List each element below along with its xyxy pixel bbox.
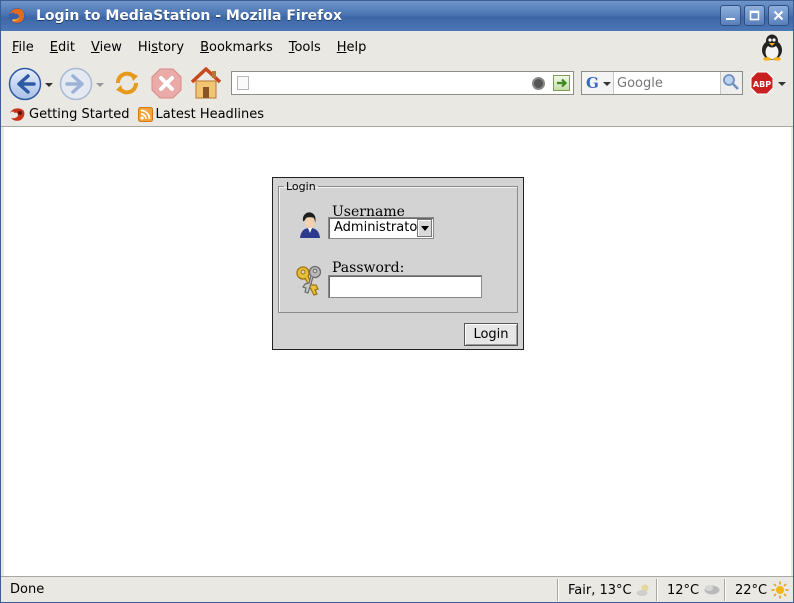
back-arrow-icon[interactable] [8, 67, 42, 101]
menu-history-prefix: Hi [137, 39, 152, 55]
menu-help[interactable]: Help [337, 40, 367, 55]
google-icon: G [586, 74, 599, 92]
status-text: Done [10, 582, 45, 597]
menu-history-label: tory [158, 39, 185, 55]
sunny-icon [771, 581, 789, 599]
bookmark-getting-started[interactable]: Getting Started [9, 107, 130, 122]
navigation-toolbar: G ABP [1, 63, 793, 103]
menu-tools-label: ools [294, 39, 321, 55]
rss-feed-icon [137, 107, 153, 122]
home-icon[interactable] [189, 65, 223, 101]
maximize-button[interactable] [744, 5, 765, 26]
menu-history-mnemonic: s [151, 39, 158, 55]
minimize-icon [726, 18, 735, 20]
menu-tools[interactable]: Tools [289, 40, 321, 55]
username-selected-value: Administrator [334, 220, 423, 235]
rss-status-icon [532, 77, 545, 90]
password-field[interactable] [328, 275, 482, 298]
menu-edit-label: dit [58, 39, 75, 55]
menu-file-label: ile [18, 39, 34, 55]
magnifier-icon [723, 74, 739, 90]
menu-history[interactable]: History [138, 40, 184, 55]
bookmark-latest-headlines[interactable]: Latest Headlines [137, 107, 265, 122]
page-content: Login Username Administrator Password: L… [4, 127, 791, 576]
login-button[interactable]: Login [464, 323, 518, 346]
menu-view-label: iew [99, 39, 122, 55]
adblock-dropdown[interactable] [778, 82, 786, 86]
password-label: Password: [332, 260, 405, 276]
menu-bookmarks[interactable]: Bookmarks [200, 40, 273, 55]
adblock-icon[interactable]: ABP [750, 71, 774, 95]
weather-current[interactable]: Fair, 13°C [557, 579, 655, 601]
menu-help-label: elp [346, 39, 367, 55]
login-panel: Login Username Administrator Password: L… [272, 177, 524, 350]
close-button[interactable] [768, 5, 789, 26]
bookmark-label: Getting Started [29, 107, 130, 122]
firefox-icon [10, 108, 25, 121]
status-bar: Done Fair, 13°C 12°C 22°C [1, 576, 793, 602]
search-button[interactable] [720, 72, 742, 94]
svg-text:ABP: ABP [753, 80, 771, 89]
search-engine-dropdown[interactable] [603, 82, 611, 86]
title-bar[interactable]: Login to MediaStation - Mozilla Firefox [1, 1, 793, 31]
bookmarks-toolbar: Getting Started Latest Headlines [1, 103, 793, 127]
back-history-dropdown[interactable] [45, 83, 53, 87]
fair-weather-icon [636, 584, 649, 596]
weather-forecast-1[interactable]: 12°C [656, 579, 723, 601]
menu-edit-mnemonic: E [49, 39, 58, 55]
window-title: Login to MediaStation - Mozilla Firefox [36, 8, 342, 24]
username-dropdown-button[interactable] [417, 219, 432, 237]
close-icon [773, 10, 784, 21]
tux-penguin-icon [762, 34, 782, 61]
menu-edit[interactable]: Edit [50, 40, 75, 55]
forecast-2-text: 22°C [735, 582, 768, 598]
weather-current-text: Fair, 13°C [568, 582, 632, 598]
login-legend: Login [286, 180, 316, 193]
keys-icon [296, 265, 322, 296]
cloudy-icon [704, 585, 720, 595]
user-avatar-icon [300, 212, 320, 238]
search-input[interactable] [615, 73, 723, 93]
menu-view[interactable]: View [91, 40, 122, 55]
url-bar[interactable] [231, 71, 574, 95]
search-engine-selector[interactable]: G [582, 72, 614, 94]
go-arrow-icon [557, 78, 568, 88]
forward-history-dropdown[interactable] [96, 83, 104, 87]
menu-bookmarks-label: ookmarks [209, 39, 273, 55]
menu-view-mnemonic: V [90, 39, 100, 55]
menu-help-mnemonic: H [336, 39, 347, 55]
username-select[interactable]: Administrator [328, 217, 434, 239]
maximize-icon [749, 10, 760, 21]
go-button[interactable] [553, 75, 570, 91]
browser-window: Login to MediaStation - Mozilla Firefox … [0, 0, 794, 603]
bookmark-label: Latest Headlines [155, 107, 265, 122]
menu-bookmarks-mnemonic: B [200, 39, 210, 55]
reload-icon[interactable] [111, 67, 143, 99]
firefox-icon [9, 8, 25, 24]
weather-forecast-2[interactable]: 22°C [724, 579, 793, 601]
minimize-button[interactable] [720, 5, 741, 26]
forward-arrow-icon[interactable] [59, 67, 93, 101]
menu-file[interactable]: File [12, 40, 34, 55]
stop-icon[interactable] [150, 67, 183, 100]
page-icon [237, 76, 249, 90]
menu-bar: File Edit View History Bookmarks Tools H… [1, 31, 793, 63]
forecast-1-text: 12°C [667, 582, 700, 598]
search-box[interactable]: G [581, 71, 743, 95]
